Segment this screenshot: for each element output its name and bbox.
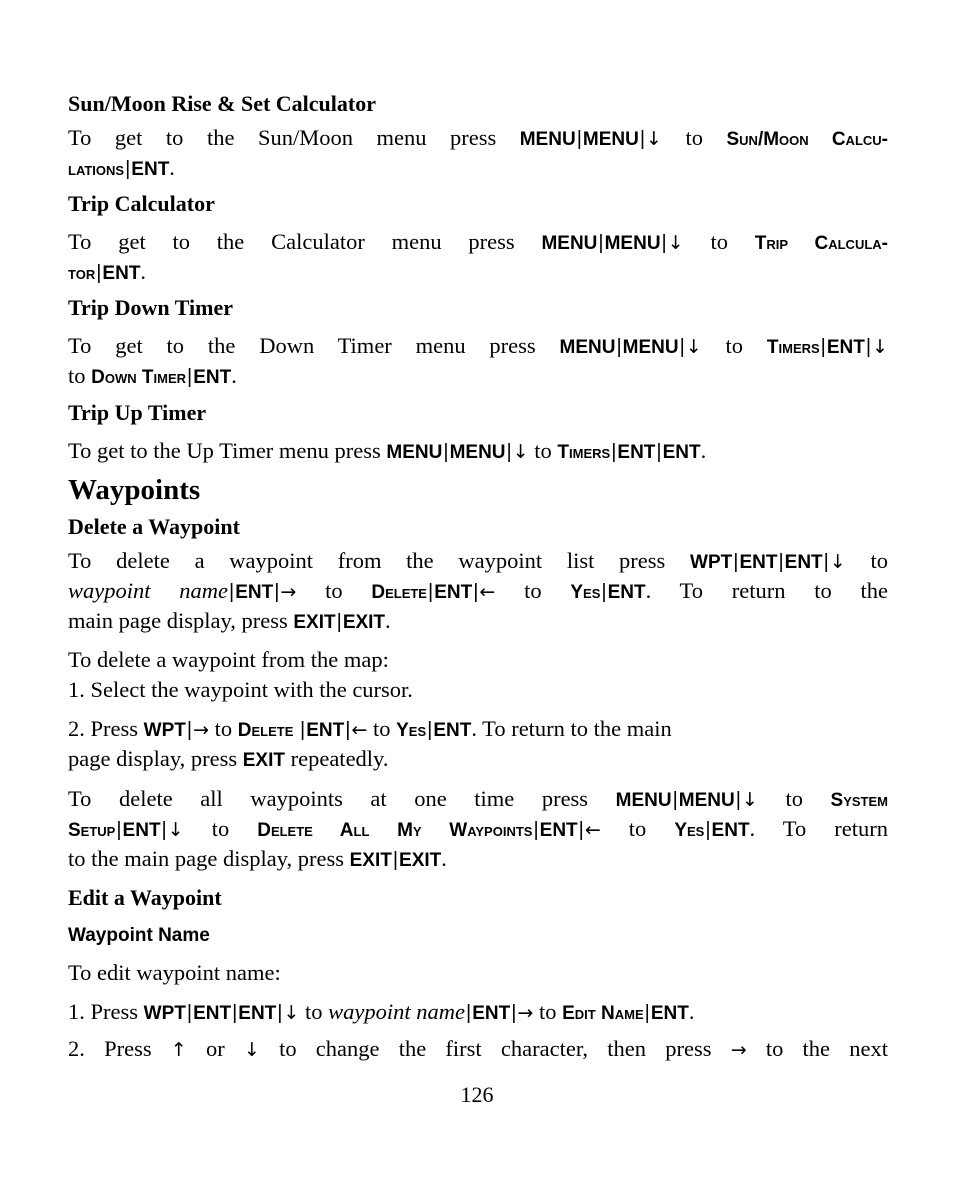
paragraph-delete-all: To delete all waypoints at one time pres… bbox=[68, 786, 888, 871]
heading-trip-up-timer: Trip Up Timer bbox=[68, 400, 207, 425]
paragraph-trip-up-timer: To get to the Up Timer menu press MENU|M… bbox=[68, 438, 707, 463]
key-exit: EXIT bbox=[349, 850, 392, 871]
key-ent: ENT bbox=[434, 582, 473, 603]
paragraph-delete-from-list: To delete a waypoint from the waypoint l… bbox=[68, 548, 888, 633]
arrow-down-icon: ↓ bbox=[872, 336, 888, 358]
heading-edit-waypoint: Edit a Waypoint bbox=[68, 885, 222, 910]
arrow-right-icon: → bbox=[730, 1039, 747, 1061]
key-ent: ENT bbox=[617, 442, 656, 463]
key-ent: ENT bbox=[739, 552, 778, 573]
heading-trip-calculator: Trip Calculator bbox=[68, 191, 215, 216]
key-ent: ENT bbox=[662, 442, 701, 463]
arrow-down-icon: ↓ bbox=[243, 1039, 260, 1061]
step-2: 2. Press WPT|→ to Delete |ENT|← to Yes|E… bbox=[68, 716, 672, 771]
key-menu: MENU bbox=[582, 129, 639, 150]
key-menu: MENU bbox=[386, 442, 443, 463]
arrow-down-icon: ↓ bbox=[667, 232, 684, 254]
key-ent: ENT bbox=[193, 1003, 232, 1024]
paragraph-delete-from-map: To delete a waypoint from the map: 1. Se… bbox=[68, 645, 888, 705]
step-1: 1. Select the waypoint with the cursor. bbox=[68, 677, 413, 702]
key-ent: ENT bbox=[102, 263, 141, 284]
key-ent: ENT bbox=[235, 582, 274, 603]
arrow-left-icon: ← bbox=[584, 819, 601, 841]
key-ent: ENT bbox=[539, 820, 578, 841]
paragraph-trip-down-timer: To get to the Down Timer menu press MENU… bbox=[68, 333, 888, 388]
key-menu: MENU bbox=[615, 790, 672, 811]
key-ent: ENT bbox=[131, 159, 170, 180]
heading-delete-waypoint: Delete a Waypoint bbox=[68, 514, 240, 539]
key-ent: ENT bbox=[826, 337, 865, 358]
subheading-waypoint-name: Waypoint Name bbox=[68, 925, 210, 946]
key-wpt: WPT bbox=[143, 1003, 186, 1024]
key-ent: ENT bbox=[433, 720, 472, 741]
heading-waypoints: Waypoints bbox=[68, 474, 201, 506]
key-menu: MENU bbox=[541, 233, 598, 254]
key-menu: MENU bbox=[678, 790, 735, 811]
arrow-down-icon: ↓ bbox=[646, 128, 662, 150]
arrow-left-icon: ← bbox=[351, 719, 368, 741]
heading-trip-down-timer: Trip Down Timer bbox=[68, 295, 234, 320]
key-exit: EXIT bbox=[242, 750, 285, 771]
arrow-up-icon: ↑ bbox=[170, 1039, 187, 1061]
key-menu: MENU bbox=[622, 337, 679, 358]
page-number: 126 bbox=[460, 1082, 494, 1107]
key-wpt: WPT bbox=[690, 552, 733, 573]
key-menu: MENU bbox=[559, 337, 616, 358]
key-ent: ENT bbox=[122, 820, 161, 841]
paragraph-edit-name-intro: To edit waypoint name: bbox=[68, 960, 281, 985]
key-menu: MENU bbox=[519, 129, 576, 150]
paragraph-trip-calculator: To get to the Calculator menu press MENU… bbox=[68, 229, 888, 284]
key-exit: EXIT bbox=[293, 612, 336, 633]
arrow-down-icon: ↓ bbox=[741, 789, 758, 811]
arrow-right-icon: → bbox=[517, 1002, 534, 1024]
arrow-down-icon: ↓ bbox=[283, 1002, 300, 1024]
key-exit: EXIT bbox=[342, 612, 386, 633]
key-menu: MENU bbox=[604, 233, 661, 254]
key-ent: ENT bbox=[193, 367, 232, 388]
arrow-left-icon: ← bbox=[479, 581, 496, 603]
key-wpt: WPT bbox=[143, 720, 186, 741]
key-ent: ENT bbox=[306, 720, 345, 741]
paragraph-sun-moon: To get to the Sun/Moon menu press MENU|M… bbox=[68, 125, 888, 180]
key-ent: ENT bbox=[472, 1003, 511, 1024]
key-ent: ENT bbox=[650, 1003, 689, 1024]
key-ent: ENT bbox=[607, 582, 646, 603]
arrow-down-icon: ↓ bbox=[512, 441, 529, 463]
edit-step-2: 2. Press ↑ or ↓ to change the first char… bbox=[68, 1036, 888, 1061]
arrow-down-icon: ↓ bbox=[167, 819, 184, 841]
edit-step-1: 1. Press WPT|ENT|ENT|↓ to waypoint name|… bbox=[68, 999, 695, 1024]
key-ent: ENT bbox=[238, 1003, 277, 1024]
heading-sun-moon: Sun/Moon Rise & Set Calculator bbox=[68, 91, 376, 116]
key-ent: ENT bbox=[784, 552, 823, 573]
arrow-right-icon: → bbox=[280, 581, 297, 603]
key-ent: ENT bbox=[711, 820, 750, 841]
arrow-right-icon: → bbox=[193, 719, 209, 741]
key-exit: EXIT bbox=[399, 850, 442, 871]
arrow-down-icon: ↓ bbox=[829, 551, 846, 573]
key-menu: MENU bbox=[449, 442, 506, 463]
arrow-down-icon: ↓ bbox=[685, 336, 702, 358]
